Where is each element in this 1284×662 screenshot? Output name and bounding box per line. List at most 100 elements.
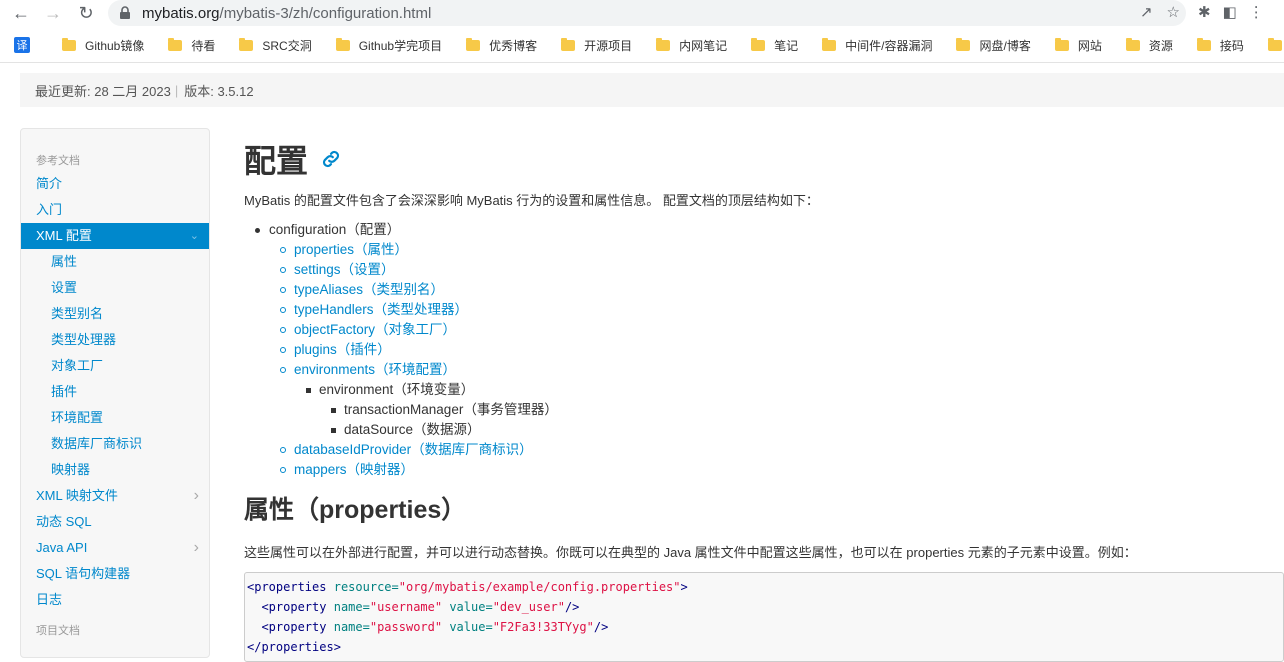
bookmark-folder[interactable]: 中间件/容器漏洞: [822, 37, 932, 54]
bookmark-translate[interactable]: 译: [14, 37, 38, 53]
toc-item-datasource: dataSource（数据源）: [244, 420, 1284, 440]
sidebar-item[interactable]: XML 映射文件 ›: [21, 483, 209, 509]
bookmark-label: 中间件/容器漏洞: [845, 38, 933, 53]
sidebar-item-label: 设置: [51, 280, 78, 295]
folder-icon: [62, 37, 76, 51]
lock-icon[interactable]: [118, 6, 132, 20]
back-arrow-icon[interactable]: ←: [8, 0, 34, 26]
bookmark-folder[interactable]: 网盘/博客: [956, 37, 1031, 54]
toc-item-environments[interactable]: environments（环境配置）: [244, 360, 1284, 380]
toc-item-objectfactory[interactable]: objectFactory（对象工厂）: [244, 320, 1284, 340]
extensions-icon[interactable]: ✱: [1198, 3, 1211, 21]
chevron-right-icon[interactable]: ›: [194, 535, 199, 561]
bookmark-folder[interactable]: 网站: [1054, 37, 1102, 54]
bookmark-folder[interactable]: 接码: [1196, 37, 1244, 54]
sidebar-item[interactable]: 日志: [21, 587, 209, 613]
sidebar-item-label: 入门: [36, 202, 63, 217]
url-text[interactable]: mybatis.org/mybatis-3/zh/configuration.h…: [142, 5, 431, 22]
toc-item-properties[interactable]: properties（属性）: [244, 240, 1284, 260]
toc-link-plugins[interactable]: plugins（插件）: [294, 342, 391, 357]
bullet-icon: [280, 367, 286, 373]
toc-item-transactionmanager: transactionManager（事务管理器）: [244, 400, 1284, 420]
folder-icon: [239, 37, 254, 51]
bookmark-folder[interactable]: Python安全: [1267, 37, 1284, 54]
page-title: 配置: [244, 143, 309, 179]
toc-item-typehandlers[interactable]: typeHandlers（类型处理器）: [244, 300, 1284, 320]
toc-item-settings[interactable]: settings（设置）: [244, 260, 1284, 280]
bullet-icon: [280, 467, 286, 473]
share-icon[interactable]: ↗: [1140, 3, 1153, 21]
sidebar-subitem[interactable]: 映射器: [21, 457, 209, 483]
code-token: "F2Fa3!33TYyg": [492, 620, 594, 634]
bookmark-label: Github镜像: [85, 38, 145, 53]
bookmark-label: 优秀博客: [489, 38, 538, 53]
sidebar-subitem[interactable]: 设置: [21, 275, 209, 301]
bookmark-folder[interactable]: 笔记: [751, 37, 798, 54]
bookmark-folder[interactable]: 待看: [168, 37, 215, 54]
folder-icon: [656, 37, 671, 51]
sidebar-subitem[interactable]: 数据库厂商标识: [21, 431, 209, 457]
toc-link-typehandlers[interactable]: typeHandlers（类型处理器）: [294, 302, 468, 317]
sidebar-item[interactable]: 简介: [21, 171, 209, 197]
toc-link-objectfactory[interactable]: objectFactory（对象工厂）: [294, 322, 456, 337]
toc-label-environment: environment（环境变量）: [319, 382, 475, 397]
address-bar[interactable]: mybatis.org/mybatis-3/zh/configuration.h…: [108, 0, 1186, 26]
sidebar-item[interactable]: Java API ›: [21, 535, 209, 561]
sidebar-subitem[interactable]: 类型处理器: [21, 327, 209, 353]
sidebar-item[interactable]: XML 配置 ⌄: [21, 223, 209, 249]
sidebar-item-label: XML 配置: [36, 228, 92, 243]
sidebar-item-label: 日志: [36, 592, 63, 607]
bookmark-folder[interactable]: 资源: [1125, 37, 1173, 54]
toc-item-mappers[interactable]: mappers（映射器）: [244, 460, 1284, 480]
bookmark-folder[interactable]: 内网笔记: [656, 37, 727, 54]
folder-icon: [751, 37, 766, 51]
bullet-icon: [280, 327, 286, 333]
toc-link-environments[interactable]: environments（环境配置）: [294, 362, 456, 377]
bullet-icon: [280, 247, 286, 253]
sidebar-item[interactable]: SQL 语句构建器: [21, 561, 209, 587]
bookmark-folder[interactable]: 优秀博客: [466, 37, 537, 54]
forward-arrow-icon[interactable]: →: [40, 0, 66, 26]
folder-icon: [1267, 37, 1282, 51]
toc-link-settings[interactable]: settings（设置）: [294, 262, 395, 277]
toc-link-databaseidprovider[interactable]: databaseIdProvider（数据库厂商标识）: [294, 442, 533, 457]
sidebar-subitem[interactable]: 属性: [21, 249, 209, 275]
chevron-right-icon[interactable]: ›: [194, 483, 199, 509]
anchor-link-icon[interactable]: [320, 148, 342, 170]
bookmark-folder[interactable]: Github镜像: [62, 37, 144, 54]
sidebar-item-label: 映射器: [51, 462, 91, 477]
chevron-down-icon[interactable]: ⌄: [190, 223, 199, 249]
sidebar-item-label: XML 映射文件: [36, 488, 118, 503]
toc-link-mappers[interactable]: mappers（映射器）: [294, 462, 414, 477]
toc-item-typealiases[interactable]: typeAliases（类型别名）: [244, 280, 1284, 300]
code-token: resource=: [333, 580, 399, 594]
toc-item-databaseidprovider[interactable]: databaseIdProvider（数据库厂商标识）: [244, 440, 1284, 460]
translate-icon: 译: [14, 37, 30, 53]
sidebar-item-label: 属性: [51, 254, 78, 269]
toc-root-label: configuration（配置）: [269, 222, 401, 237]
toc-item-plugins[interactable]: plugins（插件）: [244, 340, 1284, 360]
sidebar-subitem[interactable]: 环境配置: [21, 405, 209, 431]
version-text: 版本: 3.5.12: [184, 83, 254, 99]
reload-icon[interactable]: ↻: [73, 0, 99, 26]
section-paragraph: 这些属性可以在外部进行配置，并可以进行动态替换。你既可以在典型的 Java 属性…: [244, 545, 1137, 560]
toc-link-typealiases[interactable]: typeAliases（类型别名）: [294, 282, 444, 297]
sidebar-subitem[interactable]: 插件: [21, 379, 209, 405]
sidebar-item[interactable]: 入门: [21, 197, 209, 223]
bookmark-folder[interactable]: SRC交洞: [239, 37, 312, 54]
sidebar-subitem[interactable]: 类型别名: [21, 301, 209, 327]
side-panel-icon[interactable]: ◧: [1223, 3, 1237, 21]
code-token: name=: [333, 620, 370, 634]
bullet-icon: [331, 428, 336, 433]
bookmark-folder[interactable]: Github学完项目: [335, 37, 442, 54]
star-icon[interactable]: ☆: [1167, 3, 1180, 21]
bullet-icon: [306, 388, 311, 393]
folder-icon: [335, 37, 350, 51]
sidebar-item[interactable]: 动态 SQL: [21, 509, 209, 535]
bookmark-folder[interactable]: 开源项目: [561, 37, 632, 54]
code-token: name=: [333, 600, 370, 614]
sidebar-subitem[interactable]: 对象工厂: [21, 353, 209, 379]
toc-link-properties[interactable]: properties（属性）: [294, 242, 408, 257]
main-content: 配置 MyBatis 的配置文件包含了会深深影响 MyBatis 行为的设置和属…: [244, 138, 1284, 662]
menu-icon[interactable]: ⋮: [1249, 3, 1264, 21]
